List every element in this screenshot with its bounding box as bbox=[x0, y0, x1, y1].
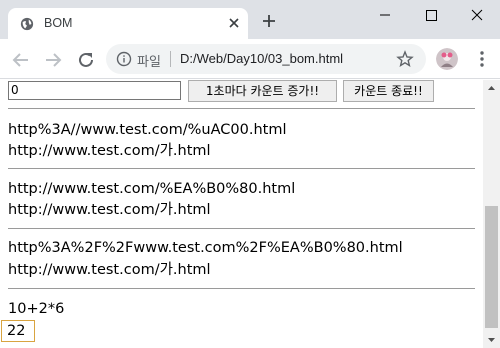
uri-component-encoded-text: http%3A%2F%2Fwww.test.com%2F%EA%B0%80.ht… bbox=[8, 240, 403, 256]
stop-count-button[interactable]: 카운트 종료!! bbox=[343, 80, 434, 102]
uri-component-decoded-text: http://www.test.com/가.html bbox=[8, 262, 211, 278]
forward-arrow-icon[interactable] bbox=[42, 49, 64, 71]
address-bar[interactable]: 파일 D:/Web/Day10/03_bom.html bbox=[106, 44, 426, 74]
divider bbox=[8, 168, 475, 169]
scroll-up-arrow-icon[interactable] bbox=[483, 80, 500, 97]
scrollbar-thumb[interactable] bbox=[485, 206, 498, 328]
browser-tab[interactable]: BOM bbox=[8, 8, 248, 39]
uri-encoded-text: http://www.test.com/%EA%B0%80.html bbox=[8, 181, 296, 197]
escape-decoded-text: http://www.test.com/가.html bbox=[8, 143, 211, 159]
page-content: 0 1초마다 카운트 증가!! 카운트 종료!! http%3A//www.te… bbox=[0, 80, 483, 348]
maximize-icon[interactable] bbox=[408, 0, 454, 30]
plus-icon[interactable] bbox=[258, 10, 280, 32]
minimize-icon[interactable] bbox=[362, 0, 408, 30]
browser-toolbar: 파일 D:/Web/Day10/03_bom.html bbox=[0, 39, 500, 79]
info-icon[interactable] bbox=[116, 51, 132, 67]
back-arrow-icon[interactable] bbox=[10, 49, 32, 71]
star-icon[interactable] bbox=[396, 50, 414, 68]
escape-encoded-text: http%3A//www.test.com/%uAC00.html bbox=[8, 122, 287, 138]
address-url[interactable]: D:/Web/Day10/03_bom.html bbox=[180, 51, 343, 66]
eval-result-box: 22 bbox=[1, 320, 35, 342]
divider bbox=[8, 228, 475, 229]
uri-decoded-text: http://www.test.com/가.html bbox=[8, 202, 211, 218]
title-bar: BOM bbox=[0, 0, 500, 39]
avatar[interactable] bbox=[436, 48, 458, 70]
counter-controls: 0 1초마다 카운트 증가!! 카운트 종료!! bbox=[8, 80, 478, 102]
start-count-button[interactable]: 1초마다 카운트 증가!! bbox=[188, 80, 337, 102]
address-divider bbox=[170, 51, 171, 67]
scroll-down-arrow-icon[interactable] bbox=[483, 331, 500, 348]
address-scheme: 파일 bbox=[137, 54, 161, 69]
close-icon[interactable] bbox=[226, 15, 242, 31]
divider bbox=[8, 288, 475, 289]
vertical-scrollbar[interactable] bbox=[483, 80, 500, 348]
kebab-menu-icon[interactable] bbox=[474, 50, 490, 68]
globe-icon bbox=[20, 17, 34, 31]
divider bbox=[8, 108, 475, 109]
eval-expression-text: 10+2*6 bbox=[8, 301, 65, 317]
counter-input[interactable]: 0 bbox=[8, 81, 181, 100]
tab-title: BOM bbox=[44, 16, 73, 30]
reload-icon[interactable] bbox=[75, 49, 97, 71]
window-close-icon[interactable] bbox=[454, 0, 500, 30]
